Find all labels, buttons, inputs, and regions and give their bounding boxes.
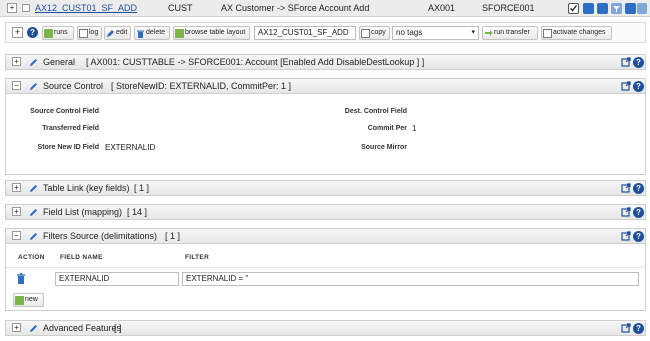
field-name-input[interactable]: EXTERNALID [55,272,179,286]
table-icon [175,28,184,38]
help-icon[interactable]: ? [633,183,644,194]
activate-changes-button[interactable]: activate changes [541,26,612,40]
expand-icon[interactable]: + [12,207,21,216]
filter-icon[interactable] [611,3,622,14]
copy-icon [361,28,370,38]
help-icon[interactable]: ? [633,57,644,68]
record-description: AX Customer -> SForce Account Add [221,3,370,13]
panel-detail: [ 1 ] [134,183,150,193]
open-icon[interactable] [621,183,631,193]
open-icon[interactable] [621,323,631,333]
help-icon[interactable]: ? [633,81,644,92]
help-icon[interactable]: ? [633,207,644,218]
pencil-icon [30,209,37,216]
column-header-field-name: FIELD NAME [60,254,103,261]
help-icon[interactable]: ? [633,231,644,242]
panel-detail: [ ] [114,323,122,333]
pencil-icon [30,325,37,332]
table-row: EXTERNALID EXTERNALID = '' [6,269,645,290]
open-icon[interactable] [621,81,631,91]
run-transfer-button[interactable]: run transfer [482,26,538,40]
add-icon[interactable]: + [12,27,23,38]
record-header-bar: + AX12_CUST01_SF_ADD CUST AX Customer ->… [0,0,650,17]
panel-detail: [ 14 ] [127,207,148,217]
open-icon[interactable] [621,231,631,241]
panel-detail: [ 1 ] [165,231,181,241]
enabled-checkbox-icon[interactable] [568,3,579,14]
select-checkbox[interactable] [22,4,30,12]
help-icon[interactable]: ? [27,27,38,38]
open-icon[interactable] [621,207,631,217]
new-filter-button[interactable]: new [13,293,44,307]
dest-control-field-label: Dest. Control Field [344,108,407,115]
pencil-icon [30,59,37,66]
panel-title: Table Link (key fields) [43,183,130,193]
panel-detail: [ StoreNewID: EXTERNALID, CommitPer: 1 ] [111,81,292,91]
filter-input[interactable]: EXTERNALID = '' [182,272,639,286]
target-system: SFORCE001 [482,3,535,13]
edit-icon [107,29,114,37]
chevron-down-icon: ▾ [471,29,475,36]
source-control-panel-body: Source Control Field Transferred Field S… [5,94,646,175]
pencil-icon [30,83,37,90]
new-icon [15,295,24,305]
transferred-field-label: Transferred Field [42,125,99,132]
column-header-filter: FILTER [185,254,210,261]
plus-icon[interactable]: + [7,3,17,13]
source-mirror-label: Source Mirror [361,144,407,151]
store-new-id-label: Store New ID Field [37,144,99,151]
more-icon[interactable] [637,3,647,14]
trash-icon[interactable] [16,273,26,284]
pencil-icon [30,233,37,240]
edit-button[interactable]: edit [104,26,131,40]
source-object: CUST [168,3,193,13]
tags-value: no tags [396,28,423,37]
source-system: AX001 [428,3,456,13]
log-button[interactable]: log [77,26,102,40]
help-icon[interactable]: ? [633,323,644,334]
log-icon [79,28,88,38]
grid-icon[interactable] [583,3,594,14]
panel-title: Source Control [43,81,104,91]
collapse-icon[interactable]: − [12,81,21,90]
filters-source-panel-header[interactable]: − Filters Source (delimitations) [ 1 ] ? [5,228,646,244]
expand-icon[interactable]: + [12,57,21,66]
expand-icon[interactable]: + [12,323,21,332]
commit-per-label: Commit Per [367,125,407,132]
copy-button[interactable]: copy [359,26,390,40]
panel-title: General [43,57,76,67]
run-transfer-icon [485,29,493,36]
trash-icon [137,30,144,38]
info-icon[interactable] [625,3,636,14]
field-list-panel-header[interactable]: + Field List (mapping) [ 14 ] ? [5,204,646,220]
record-name-link[interactable]: AX12_CUST01_SF_ADD [35,3,137,13]
general-panel-header[interactable]: + General [ AX001: CUSTTABLE -> SFORCE00… [5,54,646,70]
record-toolbar: + ? runs log edit delete browse table la… [5,22,646,43]
collapse-icon[interactable]: − [12,231,21,240]
store-new-id-value: EXTERNALID [105,143,156,152]
source-control-field-label: Source Control Field [30,108,99,115]
filters-source-panel-body: ACTION FIELD NAME FILTER EXTERNALID EXTE… [5,244,646,311]
source-control-panel-header[interactable]: − Source Control [ StoreNewID: EXTERNALI… [5,78,646,94]
panel-title: Field List (mapping) [43,207,123,217]
delete-button[interactable]: delete [134,26,170,40]
browse-table-layout-button[interactable]: browse table layout [173,26,250,40]
panel-title: Filters Source (delimitations) [43,231,158,241]
runs-button[interactable]: runs [42,26,74,40]
expand-icon[interactable]: + [12,183,21,192]
activate-icon [543,28,552,38]
panel-detail: [ AX001: CUSTTABLE -> SFORCE001: Account… [86,57,425,67]
commit-per-value: 1 [412,124,417,133]
record-name-field[interactable]: AX12_CUST01_SF_ADD [254,26,356,40]
open-icon[interactable] [621,57,631,67]
advanced-features-panel-header[interactable]: + Advanced Features [ ] ? [5,320,646,336]
transfer-icon[interactable] [597,3,608,14]
table-header-divider [6,267,645,268]
runs-icon [44,28,53,38]
column-header-action: ACTION [18,254,45,261]
panel-title: Advanced Features [43,323,122,333]
table-link-panel-header[interactable]: + Table Link (key fields) [ 1 ] ? [5,180,646,196]
pencil-icon [30,185,37,192]
tags-select[interactable]: no tags ▾ [392,26,479,40]
